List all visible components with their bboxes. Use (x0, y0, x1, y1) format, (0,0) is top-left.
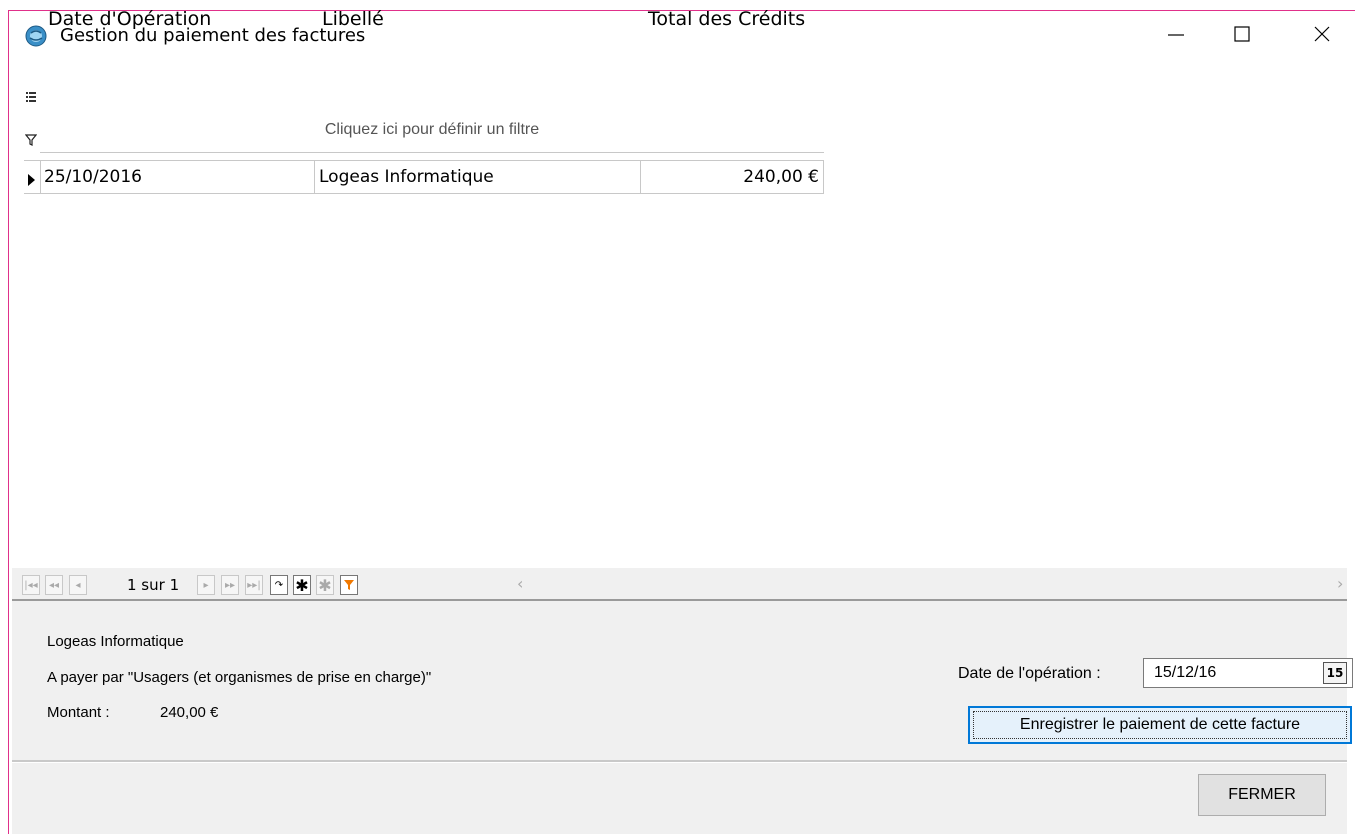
maximize-button[interactable] (1212, 12, 1272, 56)
minimize-button[interactable] (1146, 12, 1206, 56)
close-icon (1314, 26, 1330, 42)
calendar-icon[interactable]: 15 (1323, 662, 1347, 684)
operation-date-label: Date de l'opération : (958, 665, 1101, 682)
save-payment-button[interactable]: Enregistrer le paiement de cette facture (968, 706, 1352, 744)
last-page-icon[interactable]: ▸▸| (245, 575, 263, 595)
scroll-left-icon[interactable]: ‹ (517, 574, 523, 593)
first-page-icon[interactable]: |◂◂ (22, 575, 40, 595)
filter-placeholder: Cliquez ici pour définir un filtre (324, 121, 540, 138)
operation-date-field[interactable]: 15/12/16 (1143, 658, 1353, 688)
cell-date[interactable]: 25/10/2016 (40, 161, 314, 193)
maximize-icon (1234, 26, 1250, 42)
close-window-button[interactable] (1292, 12, 1352, 56)
page-indicator: 1 sur 1 (127, 576, 180, 594)
app-icon (25, 25, 47, 47)
refresh-icon[interactable]: ↷ (270, 575, 288, 595)
cell-libelle[interactable]: Logeas Informatique (314, 161, 640, 193)
table-row[interactable]: 25/10/2016 Logeas Informatique 240,00 € (24, 160, 824, 194)
add-record-icon[interactable]: ✱ (293, 575, 311, 595)
filter-row-icon[interactable] (24, 131, 38, 146)
detail-payer: A payer par "Usagers (et organismes de p… (47, 669, 432, 686)
next-record-icon[interactable]: ▸ (197, 575, 215, 595)
operation-date-value: 15/12/16 (1154, 664, 1217, 681)
detail-name: Logeas Informatique (47, 633, 184, 650)
scroll-right-icon[interactable]: › (1337, 574, 1343, 593)
minimize-icon (1168, 34, 1184, 36)
detail-amount-value: 240,00 € (160, 704, 219, 721)
detail-amount-label: Montant : (47, 704, 110, 721)
column-header-libelle[interactable]: Libellé (322, 0, 622, 38)
column-chooser-icon[interactable] (25, 90, 37, 104)
filter-row[interactable]: Cliquez ici pour définir un filtre (40, 110, 824, 153)
record-navigator: |◂◂ ◂◂ ◂ 1 sur 1 ▸ ▸▸ ▸▸| ↷ ✱ ✱ ‹ › (12, 568, 1347, 601)
save-payment-label: Enregistrer le paiement de cette facture (1019, 716, 1301, 733)
filter-icon[interactable] (340, 575, 358, 595)
prev-page-icon[interactable]: ◂◂ (45, 575, 63, 595)
cell-total[interactable]: 240,00 € (640, 161, 824, 193)
row-indicator-icon (28, 171, 36, 190)
column-header-date[interactable]: Date d'Opération (48, 0, 308, 38)
column-header-total[interactable]: Total des Crédits (648, 0, 824, 38)
close-button[interactable]: FERMER (1198, 774, 1326, 816)
delete-record-icon[interactable]: ✱ (316, 575, 334, 595)
footer-divider (12, 760, 1347, 763)
prev-record-icon[interactable]: ◂ (69, 575, 87, 595)
next-page-icon[interactable]: ▸▸ (221, 575, 239, 595)
